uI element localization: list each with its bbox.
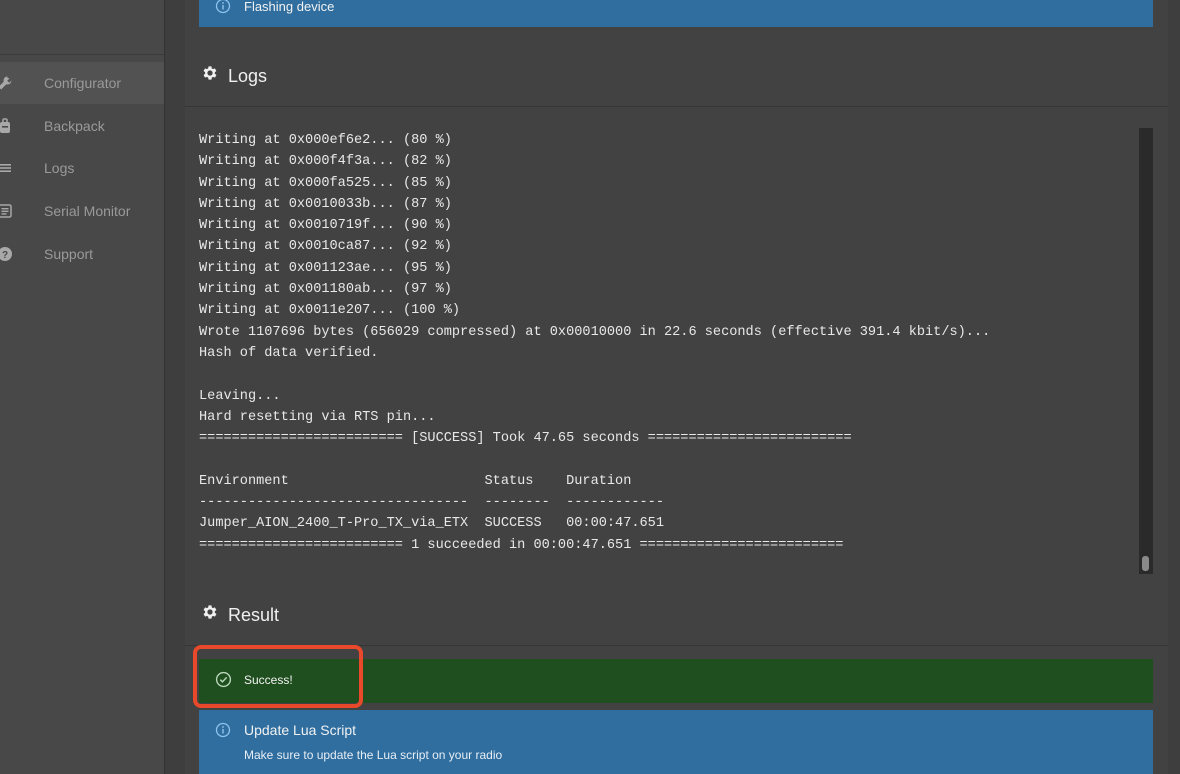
flashing-status-text: Flashing device <box>244 0 335 14</box>
sidebar-item-backpack[interactable]: Backpack <box>0 105 164 147</box>
sidebar: Configurator Backpack Logs Serial Monito… <box>0 0 165 774</box>
list-icon <box>0 159 14 177</box>
sidebar-item-logs[interactable]: Logs <box>0 147 164 189</box>
info-icon <box>215 0 231 17</box>
info-icon <box>215 722 231 743</box>
wrench-icon <box>0 74 14 92</box>
sidebar-divider <box>0 54 164 55</box>
log-output-panel[interactable]: Writing at 0x000ef6e2... (80 %) Writing … <box>199 127 1153 573</box>
backpack-icon <box>0 117 14 135</box>
update-lua-description: Make sure to update the Lua script on yo… <box>244 748 503 762</box>
result-section-title: Result <box>228 605 280 625</box>
update-lua-title: Update Lua Script <box>244 722 357 738</box>
sidebar-item-label: Backpack <box>44 118 105 134</box>
sidebar-item-support[interactable]: ? Support <box>0 233 164 275</box>
logs-section-header: Logs <box>185 48 1168 107</box>
result-section-header: Result <box>185 587 1168 646</box>
sidebar-item-serial-monitor[interactable]: Serial Monitor <box>0 190 164 232</box>
serial-monitor-icon <box>0 202 14 220</box>
log-scrollbar[interactable] <box>1139 128 1153 574</box>
success-highlight-outline <box>193 645 363 708</box>
log-output-text: Writing at 0x000ef6e2... (80 %) Writing … <box>199 133 991 553</box>
sidebar-item-label: Serial Monitor <box>44 203 131 219</box>
sidebar-item-label: Support <box>44 246 94 262</box>
gear-icon <box>201 64 219 87</box>
sidebar-item-configurator[interactable]: Configurator <box>0 62 164 104</box>
log-scrollbar-thumb[interactable] <box>1142 556 1149 571</box>
sidebar-item-label: Logs <box>44 160 75 176</box>
logs-section-title: Logs <box>228 66 268 86</box>
help-icon: ? <box>0 245 14 263</box>
update-lua-banner: Update Lua Script Make sure to update th… <box>199 710 1153 774</box>
svg-text:?: ? <box>2 250 8 261</box>
flashing-status-banner: Flashing device <box>199 0 1153 27</box>
gear-icon <box>201 603 219 626</box>
sidebar-item-label: Configurator <box>44 75 122 91</box>
